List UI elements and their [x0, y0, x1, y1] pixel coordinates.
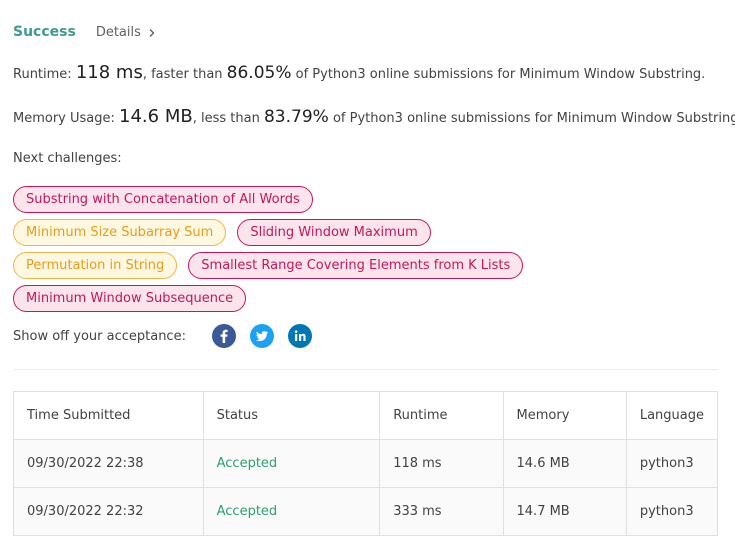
runtime-stat: Runtime: 118 ms, faster than 86.05% of P…: [13, 62, 705, 83]
linkedin-icon[interactable]: [287, 324, 312, 348]
next-challenges-list: Substring with Concatenation of All Word…: [13, 186, 718, 318]
result-header: Success Details: [13, 22, 157, 42]
chevron-right-icon: [147, 27, 157, 37]
runtime-percent: 86.05%: [226, 63, 292, 83]
challenge-tag[interactable]: Permutation in String: [13, 252, 178, 279]
column-header: Status: [202, 391, 381, 440]
memory-suffix: of Python3 online submissions for Minimu…: [332, 111, 735, 126]
runtime-suffix: of Python3 online submissions for Minimu…: [295, 67, 706, 82]
challenge-tag[interactable]: Minimum Window Subsequence: [13, 285, 247, 312]
memory-stat: Memory Usage: 14.6 MB, less than 83.79% …: [13, 106, 735, 127]
time-cell: 09/30/2022 22:38: [13, 439, 204, 488]
memory-cell: 14.6 MB: [502, 439, 627, 488]
runtime-label: Runtime:: [13, 67, 72, 82]
memory-cell: 14.7 MB: [502, 487, 627, 536]
table-header-row: Time Submitted Status Runtime Memory Lan…: [13, 391, 719, 440]
challenge-row: Substring with Concatenation of All Word…: [13, 186, 718, 213]
challenge-tag[interactable]: Substring with Concatenation of All Word…: [13, 186, 313, 213]
memory-percent: 83.79%: [263, 107, 329, 127]
column-header: Runtime: [379, 391, 504, 440]
result-status: Success: [13, 24, 76, 40]
challenge-tag[interactable]: Minimum Size Subarray Sum: [13, 219, 227, 246]
status-link[interactable]: Accepted: [217, 456, 278, 471]
challenge-tag[interactable]: Smallest Range Covering Elements from K …: [188, 252, 524, 279]
column-header: Memory: [502, 391, 627, 440]
details-label: Details: [95, 24, 141, 40]
share-section: Show off your acceptance:: [13, 324, 326, 348]
details-link[interactable]: Details: [96, 25, 157, 40]
status-cell: Accepted: [202, 487, 381, 536]
facebook-icon[interactable]: [211, 324, 236, 348]
column-header: Time Submitted: [13, 391, 204, 440]
table-row: 09/30/2022 22:32 Accepted 333 ms 14.7 MB…: [13, 487, 719, 536]
time-cell: 09/30/2022 22:32: [13, 487, 204, 536]
next-challenges-label: Next challenges:: [13, 151, 122, 166]
challenge-row: Minimum Window Subsequence: [13, 285, 718, 312]
runtime-cell: 118 ms: [379, 439, 504, 488]
table-row: 09/30/2022 22:38 Accepted 118 ms 14.6 MB…: [13, 439, 719, 488]
status-cell: Accepted: [202, 439, 381, 488]
language-cell: python3: [625, 439, 719, 488]
memory-comparison: , less than: [192, 111, 260, 126]
status-link[interactable]: Accepted: [217, 504, 278, 519]
challenge-tag[interactable]: Sliding Window Maximum: [237, 219, 431, 246]
memory-value: 14.6 MB: [119, 106, 193, 127]
challenge-row: Minimum Size Subarray Sum Sliding Window…: [13, 219, 718, 246]
memory-label: Memory Usage:: [13, 111, 115, 126]
column-header: Language: [625, 391, 719, 440]
runtime-cell: 333 ms: [379, 487, 504, 536]
submissions-table: Time Submitted Status Runtime Memory Lan…: [13, 391, 719, 536]
runtime-comparison: , faster than: [142, 67, 223, 82]
challenge-row: Permutation in String Smallest Range Cov…: [13, 252, 718, 279]
language-cell: python3: [625, 487, 719, 536]
twitter-icon[interactable]: [249, 324, 274, 348]
section-divider: [13, 369, 718, 370]
runtime-value: 118 ms: [75, 62, 143, 83]
share-label: Show off your acceptance:: [13, 328, 186, 344]
